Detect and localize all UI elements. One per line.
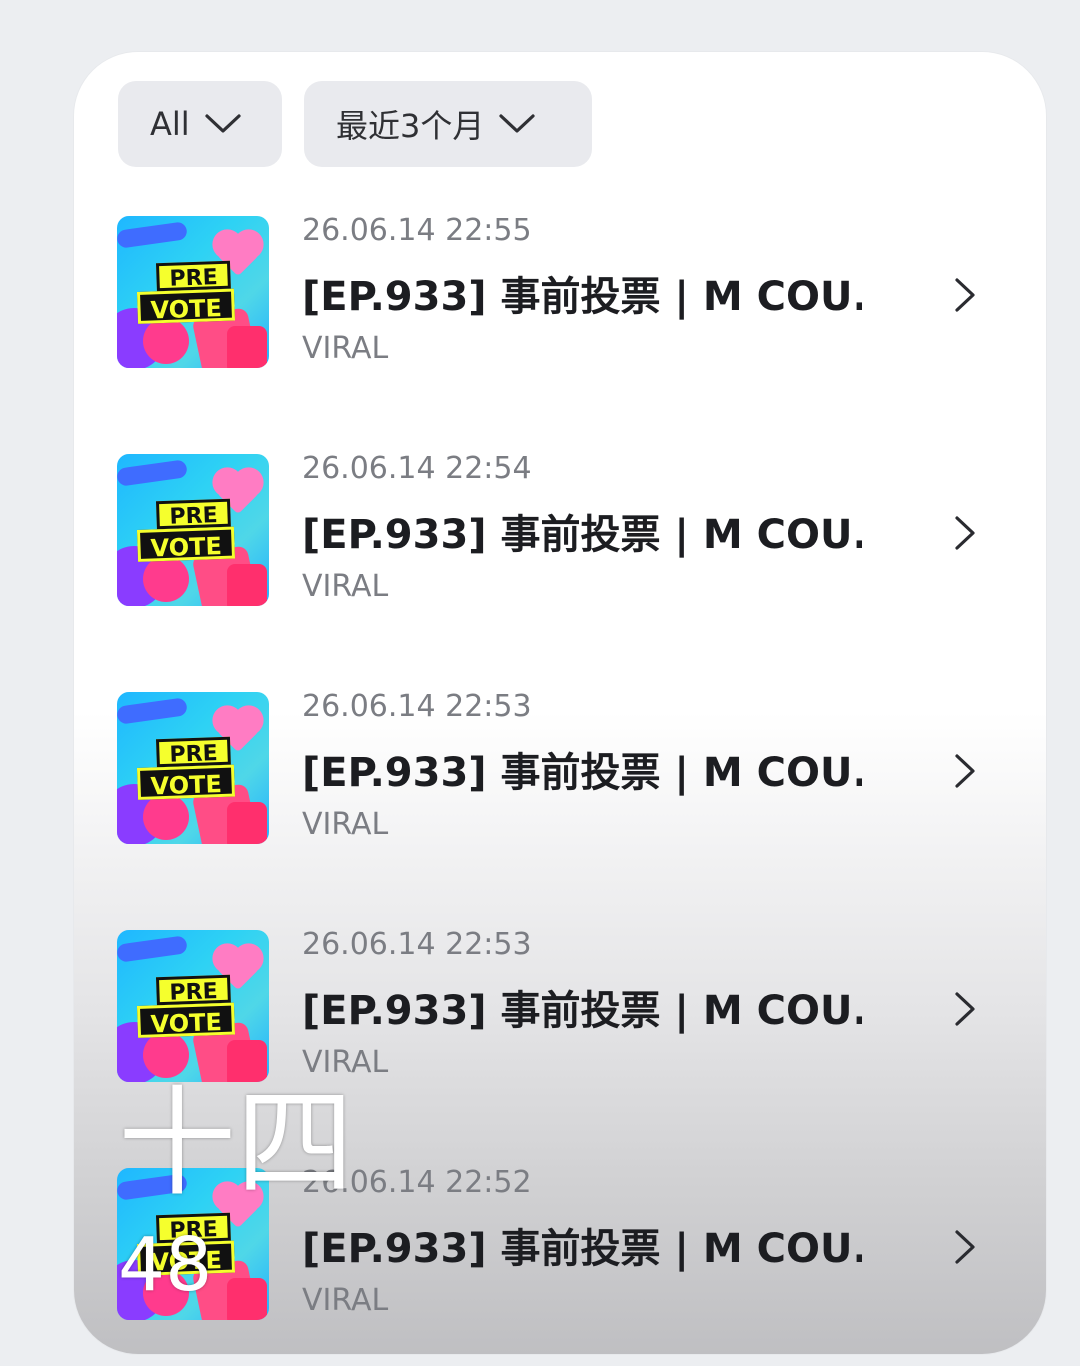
thumbnail-vote-text: VOTE: [136, 526, 236, 562]
history-card: All 最近3个月 PRE VOTE 26.06.14 22:55 [EP.93…: [74, 52, 1046, 1354]
vote-thumbnail: PRE VOTE: [117, 1168, 269, 1320]
item-category: VIRAL: [302, 331, 389, 366]
thumbnail-pre-text: PRE: [155, 736, 232, 768]
vote-thumbnail: PRE VOTE: [117, 216, 269, 368]
item-title: [EP.933] 事前投票 | M COU...: [302, 750, 862, 796]
item-timestamp: 26.06.14 22:52: [302, 1165, 532, 1200]
item-title: [EP.933] 事前投票 | M COU...: [302, 988, 862, 1034]
thumbnail-pre-text: PRE: [155, 498, 232, 530]
screen: All 最近3个月 PRE VOTE 26.06.14 22:55 [EP.93…: [0, 0, 1080, 1366]
list-item[interactable]: PRE VOTE 26.06.14 22:52 [EP.933] 事前投票 | …: [74, 1165, 1046, 1354]
vote-thumbnail: PRE VOTE: [117, 692, 269, 844]
thumbnail-vote-text: VOTE: [136, 1002, 236, 1038]
item-timestamp: 26.06.14 22:53: [302, 689, 532, 724]
chevron-right-icon: [955, 278, 975, 312]
item-category: VIRAL: [302, 569, 389, 604]
chevron-right-icon: [955, 1230, 975, 1264]
thumbnail-pre-text: PRE: [155, 260, 232, 292]
item-title: [EP.933] 事前投票 | M COU...: [302, 512, 862, 558]
vote-history-list: PRE VOTE 26.06.14 22:55 [EP.933] 事前投票 | …: [74, 52, 1046, 1354]
list-item[interactable]: PRE VOTE 26.06.14 22:55 [EP.933] 事前投票 | …: [74, 213, 1046, 406]
list-item[interactable]: PRE VOTE 26.06.14 22:53 [EP.933] 事前投票 | …: [74, 689, 1046, 882]
item-category: VIRAL: [302, 1045, 389, 1080]
list-item[interactable]: PRE VOTE 26.06.14 22:54 [EP.933] 事前投票 | …: [74, 451, 1046, 644]
item-timestamp: 26.06.14 22:54: [302, 451, 532, 486]
thumbnail-vote-text: VOTE: [136, 1240, 236, 1276]
chevron-right-icon: [955, 754, 975, 788]
vote-thumbnail: PRE VOTE: [117, 454, 269, 606]
item-category: VIRAL: [302, 807, 389, 842]
vote-thumbnail: PRE VOTE: [117, 930, 269, 1082]
thumbnail-pre-text: PRE: [155, 974, 232, 1006]
thumbnail-vote-text: VOTE: [136, 764, 236, 800]
item-category: VIRAL: [302, 1283, 389, 1318]
item-timestamp: 26.06.14 22:55: [302, 213, 532, 248]
thumbnail-vote-text: VOTE: [136, 288, 236, 324]
item-title: [EP.933] 事前投票 | M COU...: [302, 1226, 862, 1272]
item-timestamp: 26.06.14 22:53: [302, 927, 532, 962]
chevron-right-icon: [955, 992, 975, 1026]
item-title: [EP.933] 事前投票 | M COU...: [302, 274, 862, 320]
thumbnail-pre-text: PRE: [155, 1212, 232, 1244]
chevron-right-icon: [955, 516, 975, 550]
list-item[interactable]: PRE VOTE 26.06.14 22:53 [EP.933] 事前投票 | …: [74, 927, 1046, 1120]
